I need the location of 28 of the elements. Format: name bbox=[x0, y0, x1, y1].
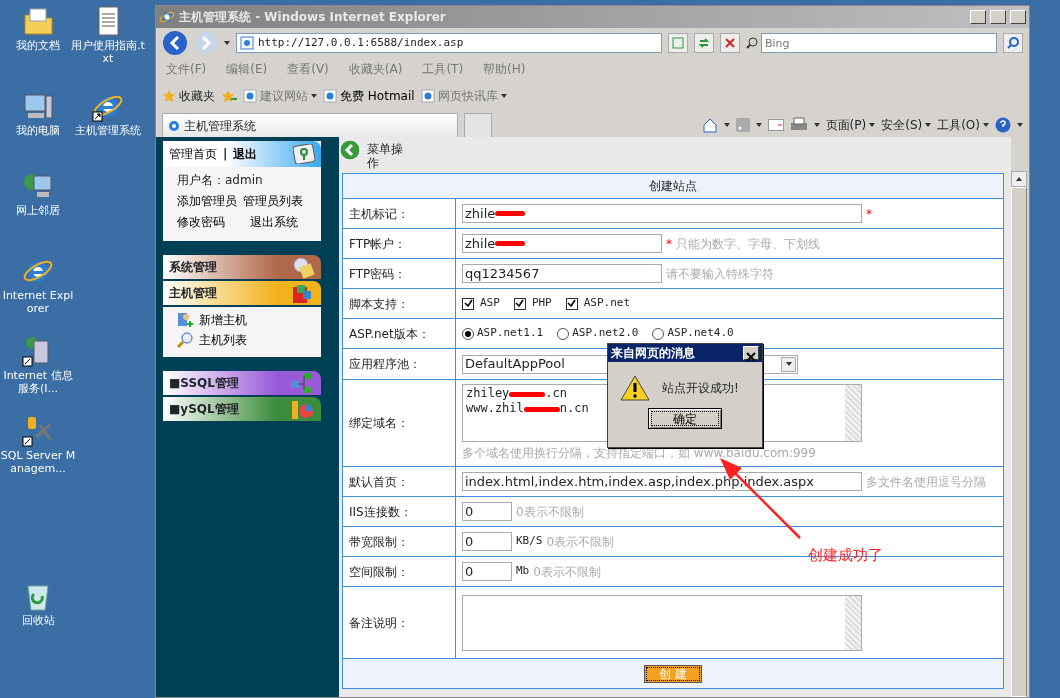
field-label: 应用程序池： bbox=[342, 348, 456, 380]
hint-text: 0表示不限制 bbox=[546, 533, 615, 551]
form-title: 创建站点 bbox=[342, 173, 1004, 199]
field-label: 带宽限制： bbox=[342, 526, 456, 557]
hint-text: 0表示不限制 bbox=[533, 563, 601, 581]
field-label: FTP密码： bbox=[342, 258, 456, 289]
required-mark: * bbox=[866, 205, 872, 223]
user-label: 用户名：admin bbox=[177, 172, 264, 189]
field-label: 空间限制： bbox=[342, 556, 456, 587]
field-label: 绑定域名： bbox=[342, 379, 456, 467]
unit-label: Mb bbox=[516, 563, 530, 580]
separator: | bbox=[223, 146, 228, 163]
field-label: 主机标记： bbox=[342, 198, 456, 229]
hint-text: 0表示不限制 bbox=[516, 503, 584, 521]
window-title: 主机管理系统 - Windows Internet Explorer bbox=[179, 9, 447, 26]
field-label: 脚本支持： bbox=[342, 288, 456, 319]
menu-title: 菜单操作 bbox=[367, 142, 404, 171]
hint-text: 请不要输入特殊字符 bbox=[666, 265, 774, 283]
hint-text: 多文件名使用逗号分隔 bbox=[866, 473, 986, 491]
field-label: FTP帐户： bbox=[342, 228, 456, 259]
dialog-title: 来自网页的消息 bbox=[611, 345, 695, 362]
field-label: 默认首页： bbox=[342, 466, 456, 497]
unit-label: KB/S bbox=[516, 533, 543, 550]
field-label: 备注说明： bbox=[342, 586, 456, 659]
required-mark: * bbox=[666, 235, 672, 253]
field-label: IIS连接数： bbox=[342, 496, 456, 527]
hint-text: 只能为数字、字母、下划线 bbox=[676, 235, 820, 253]
field-label: ASP.net版本： bbox=[342, 318, 456, 349]
